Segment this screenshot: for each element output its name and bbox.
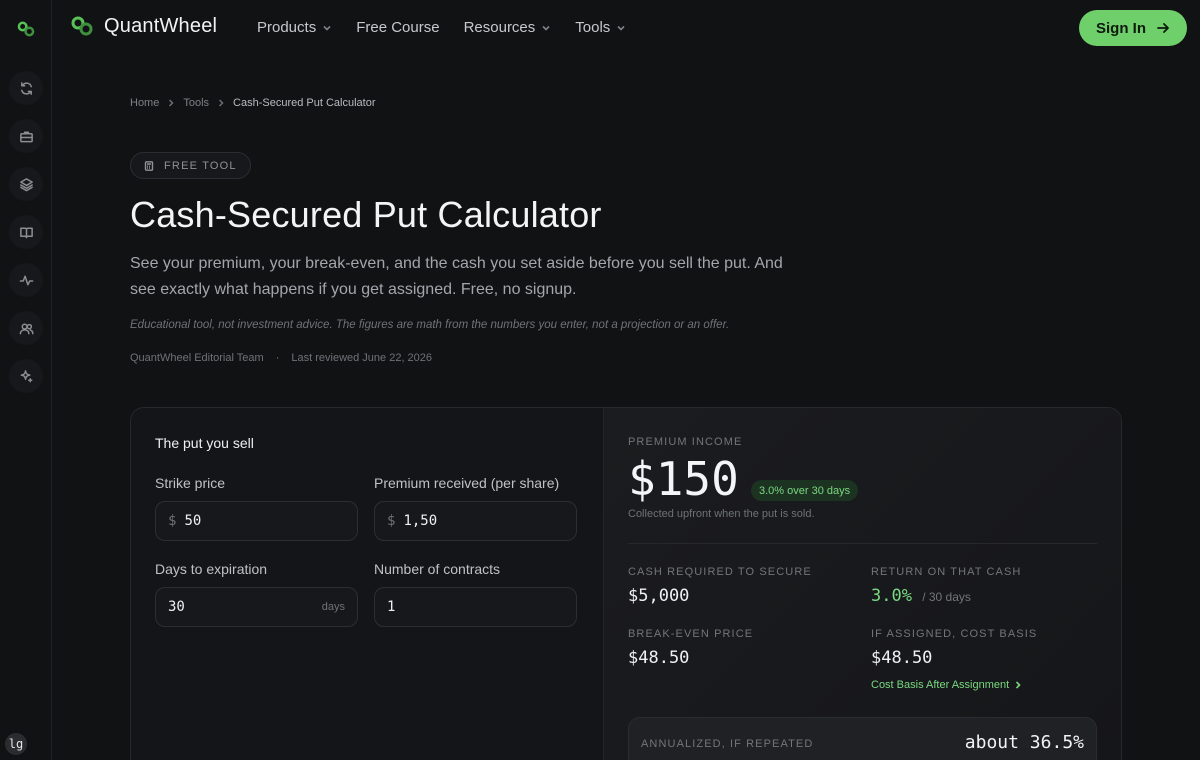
rail-briefcase-button[interactable] [9,119,43,153]
premium-label: Premium received (per share) [374,475,560,491]
top-header: QuantWheel Products Free Course Resource… [52,0,1200,56]
rail-layers-button[interactable] [9,167,43,201]
contracts-value: 1 [387,599,396,615]
annualized-value: about 36.5% [964,732,1084,753]
users-icon [19,323,34,334]
disclaimer: Educational tool, not investment advice.… [130,319,730,331]
cash-required-value: $5,000 [628,586,690,606]
brand-name: QuantWheel [104,14,218,37]
badge-label: FREE TOOL [164,159,237,172]
return-period: / 30 days [922,590,971,604]
rail-users-button[interactable] [9,311,43,345]
cash-required-kicker: CASH REQUIRED TO SECURE [628,566,812,578]
nav-item-tools[interactable]: Tools [575,19,626,36]
premium-input[interactable]: $ 1,50 [374,501,577,541]
refresh-icon [20,81,32,95]
cost-basis-value: $48.50 [871,648,933,668]
strike-label: Strike price [155,475,226,491]
cost-basis-link-label: Cost Basis After Assignment [871,679,1010,691]
premium-income-kicker: PREMIUM INCOME [628,436,743,448]
side-rail: lg [0,0,52,760]
dollar-prefix: $ [387,513,396,529]
strike-value: 50 [184,513,202,529]
calculator-card: The put you sell Strike price $ 50 Premi… [130,407,1122,760]
sign-in-button[interactable]: Sign In [1079,10,1187,46]
book-icon [19,227,33,238]
days-label: Days to expiration [155,561,268,577]
strike-input[interactable]: $ 50 [155,501,358,541]
chevron-right-icon [1016,681,1021,689]
brand[interactable]: QuantWheel [70,14,217,38]
nav-item-free-course[interactable]: Free Course [356,19,439,36]
days-input[interactable]: 30 days [155,587,358,627]
calculator-icon [144,160,154,171]
breakeven-kicker: BREAK-EVEN PRICE [628,628,754,640]
form-title: The put you sell [155,435,254,451]
author: QuantWheel Editorial Team [130,352,264,364]
free-tool-badge: FREE TOOL [130,152,251,179]
chevron-down-icon [323,25,331,31]
days-suffix: days [321,601,345,613]
page-title: Cash-Secured Put Calculator [130,194,602,235]
breakeven-value: $48.50 [628,648,690,668]
activity-icon [19,275,33,285]
rail-sparkle-button[interactable] [9,359,43,393]
breadcrumb-home[interactable]: Home [130,97,159,109]
nav-label: Free Course [356,19,440,36]
rail-refresh-button[interactable] [9,71,43,105]
annualized-box: ANNUALIZED, IF REPEATED about 36.5% [628,717,1097,760]
premium-note: Collected upfront when the put is sold. [628,508,815,520]
logo-icon[interactable] [16,19,36,39]
results-pane: PREMIUM INCOME $150 3.0% over 30 days Co… [603,408,1121,760]
briefcase-icon [19,131,33,142]
days-value: 30 [168,599,185,615]
contracts-input[interactable]: 1 [374,587,577,627]
last-reviewed: Last reviewed June 22, 2026 [291,352,433,364]
breadcrumb-current: Cash-Secured Put Calculator [233,97,376,109]
sign-in-label: Sign In [1096,19,1146,37]
sparkle-icon [20,369,32,382]
premium-value: 1,50 [403,513,438,529]
page-meta: QuantWheel Editorial Team · Last reviewe… [130,352,432,364]
nav-item-products[interactable]: Products [257,19,332,36]
layers-icon [19,177,33,191]
premium-income-value: $150 [628,452,739,506]
annualized-kicker: ANNUALIZED, IF REPEATED [641,738,814,750]
breadcrumb-tools[interactable]: Tools [183,97,209,109]
logo-icon [71,16,93,36]
nav-label: Products [257,19,317,36]
dollar-prefix: $ [168,513,177,529]
input-pane: The put you sell Strike price $ 50 Premi… [131,408,603,760]
chevron-right-icon [169,99,174,107]
return-value-row: 3.0% / 30 days [871,586,971,606]
language-badge[interactable]: lg [5,733,27,755]
nav-label: Tools [575,19,611,36]
cost-basis-link[interactable]: Cost Basis After Assignment [871,679,1022,691]
divider [628,543,1097,544]
contracts-label: Number of contracts [374,561,501,577]
arrow-right-icon [1157,23,1169,33]
nav-item-resources[interactable]: Resources [464,19,552,36]
return-value: 3.0% [871,586,912,606]
return-kicker: RETURN ON THAT CASH [871,566,1022,578]
cost-basis-kicker: IF ASSIGNED, COST BASIS [871,628,1038,640]
chevron-right-icon [219,99,224,107]
main-nav: Products Free Course Resources Tools [257,19,650,36]
premium-return-pill: 3.0% over 30 days [751,480,859,501]
chevron-down-icon [617,25,625,31]
meta-separator: · [275,352,280,364]
breadcrumb: Home Tools Cash-Secured Put Calculator [130,97,376,109]
rail-book-button[interactable] [9,215,43,249]
nav-label: Resources [463,19,536,36]
chevron-down-icon [542,25,550,31]
rail-activity-button[interactable] [9,263,43,297]
page-lead: See your premium, your break-even, and t… [130,255,783,298]
